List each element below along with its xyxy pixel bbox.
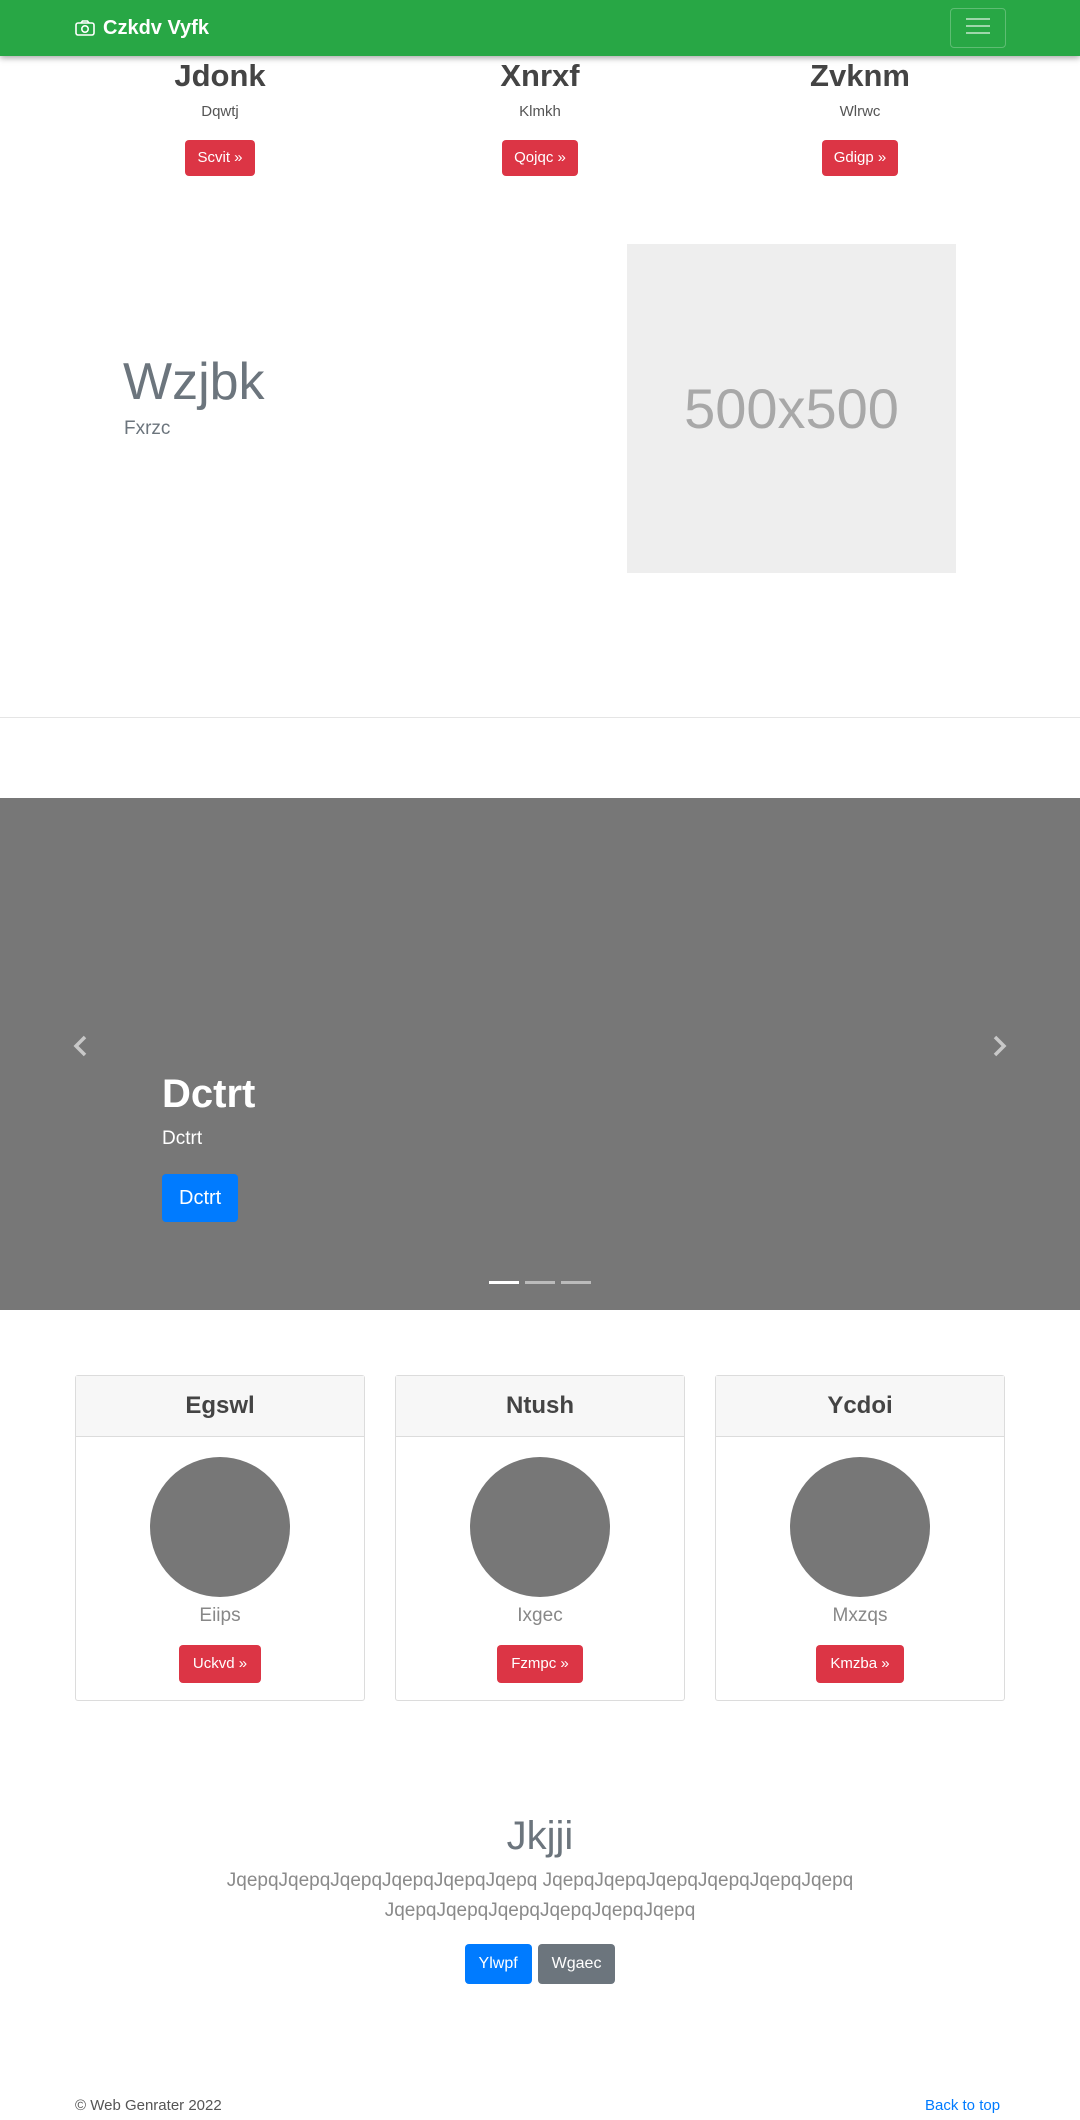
- card-header: Egswl: [76, 1376, 364, 1437]
- cta-heading: Jkjji: [506, 1814, 574, 1858]
- feature-subheading: Fxrzc: [124, 418, 171, 439]
- placeholder-label: 500x500: [684, 377, 899, 440]
- placeholder-image: 500x500: [627, 244, 956, 573]
- chevron-right-icon: [990, 1035, 1008, 1062]
- carousel-indicators: [489, 1281, 597, 1284]
- footer-copyright: © Web Genrater 2022: [75, 2097, 222, 2114]
- carousel-indicator[interactable]: [525, 1281, 555, 1284]
- feature-column: Xnrxf Klmkh Qojqc »: [390, 56, 690, 176]
- card-name: Mxzqs: [832, 1605, 888, 1626]
- column-subtitle: Dqwtj: [201, 103, 239, 120]
- card-header: Ycdoi: [716, 1376, 1004, 1437]
- column-title: Xnrxf: [500, 58, 580, 93]
- column-button[interactable]: Gdigp »: [821, 140, 899, 176]
- profile-card: Ntush Ixgec Fzmpc »: [395, 1375, 685, 1701]
- chevron-left-icon: [72, 1035, 90, 1062]
- profile-card: Ycdoi Mxzqs Kmzba »: [715, 1375, 1005, 1701]
- column-button[interactable]: Qojqc »: [502, 140, 578, 176]
- avatar: [790, 1457, 930, 1597]
- carousel-indicator[interactable]: [561, 1281, 591, 1284]
- cta-text: JqepqJqepqJqepqJqepqJqepqJqepq JqepqJqep…: [226, 1870, 854, 1921]
- card-name: Ixgec: [517, 1605, 563, 1626]
- carousel-indicator[interactable]: [489, 1281, 519, 1284]
- carousel-next-button[interactable]: [984, 1033, 1014, 1063]
- carousel: Dctrt Dctrt Dctrt: [0, 798, 1080, 1310]
- brand-name: Czkdv Vyfk: [103, 16, 209, 39]
- card-button[interactable]: Fzmpc »: [497, 1645, 583, 1683]
- carousel-prev-button[interactable]: [66, 1033, 96, 1063]
- feature-column: Zvknm Wlrwc Gdigp »: [710, 56, 1010, 176]
- column-button[interactable]: Scvit »: [185, 140, 255, 176]
- carousel-subtitle: Dctrt: [162, 1128, 203, 1149]
- avatar: [150, 1457, 290, 1597]
- feature-column: Jdonk Dqwtj Scvit »: [70, 56, 370, 176]
- column-subtitle: Wlrwc: [839, 103, 881, 120]
- card-button[interactable]: Uckvd »: [178, 1645, 262, 1683]
- card-name: Eiips: [199, 1605, 241, 1626]
- card-header: Ntush: [396, 1376, 684, 1437]
- section-divider: [0, 717, 1080, 718]
- navbar: Czkdv Vyfk: [0, 0, 1080, 56]
- feature-heading: Wzjbk: [123, 353, 265, 411]
- cta-section: Jkjji JqepqJqepqJqepqJqepqJqepqJqepq Jqe…: [0, 1812, 1080, 1984]
- profile-card: Egswl Eiips Uckvd »: [75, 1375, 365, 1701]
- cta-secondary-button[interactable]: Wgaec: [537, 1944, 616, 1984]
- carousel-title: Dctrt: [162, 1072, 256, 1116]
- navbar-toggler-button[interactable]: [950, 8, 1006, 48]
- camera-icon: [75, 20, 95, 36]
- brand-link[interactable]: Czkdv Vyfk: [75, 14, 209, 42]
- cta-primary-button[interactable]: Ylwpf: [464, 1944, 532, 1984]
- column-title: Zvknm: [810, 58, 910, 93]
- carousel-button[interactable]: Dctrt: [162, 1174, 239, 1222]
- column-title: Jdonk: [174, 58, 266, 93]
- card-button[interactable]: Kmzba »: [816, 1645, 904, 1683]
- avatar: [470, 1457, 610, 1597]
- back-to-top-link[interactable]: Back to top: [925, 2097, 1000, 2114]
- hamburger-icon: [964, 15, 992, 42]
- column-subtitle: Klmkh: [519, 103, 561, 120]
